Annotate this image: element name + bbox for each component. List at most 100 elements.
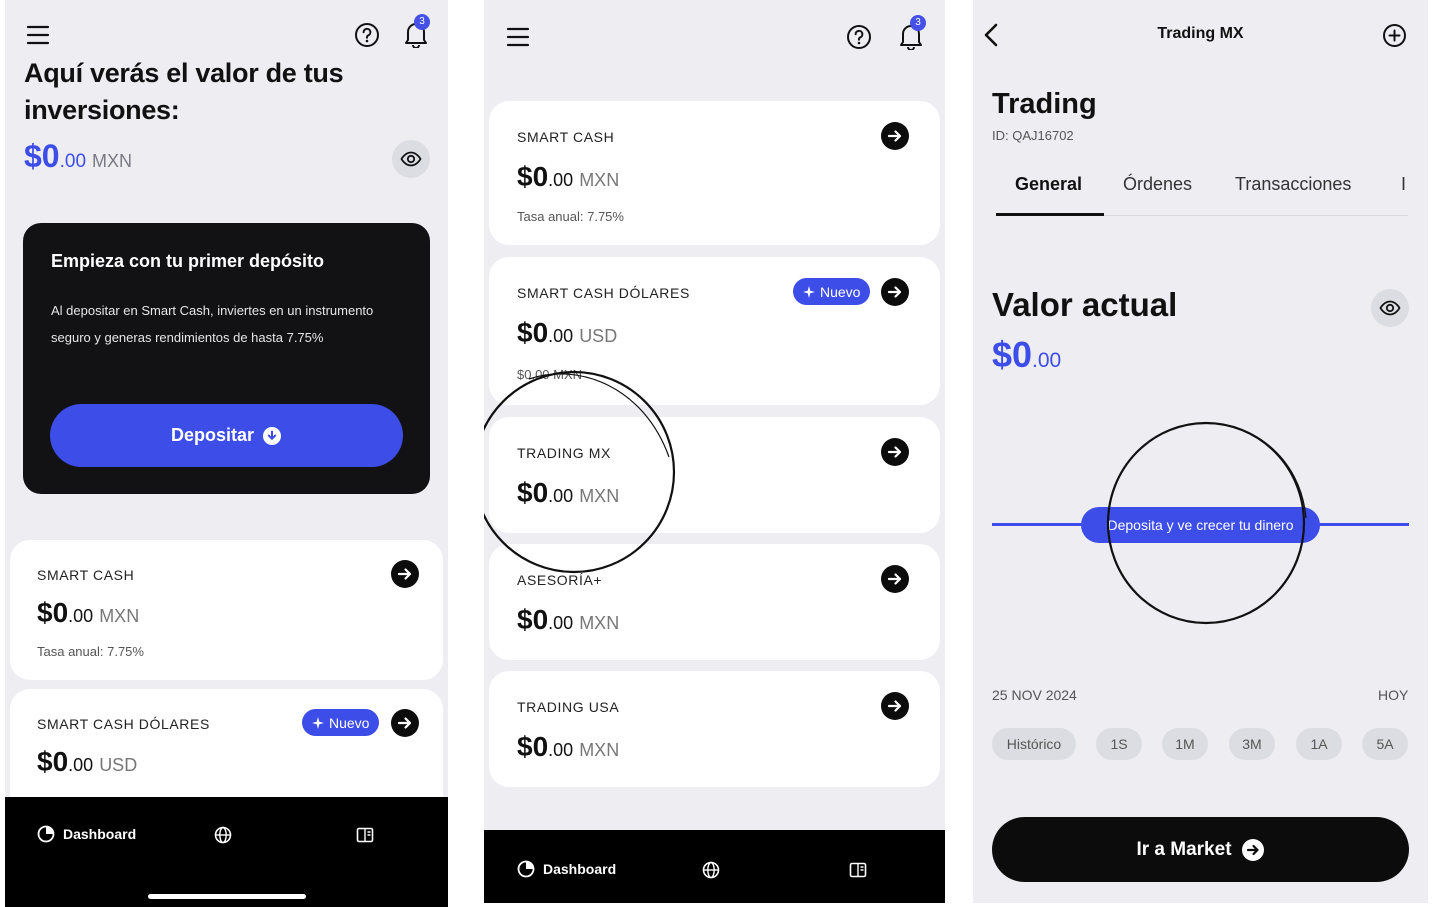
amount-integer: $0 <box>517 604 549 635</box>
amount-integer: $0 <box>517 161 549 192</box>
arrow-right-icon[interactable] <box>391 560 419 588</box>
amount-currency: MXN <box>579 740 620 760</box>
card-amount: $0 .00 MXN <box>517 604 619 636</box>
globe-icon[interactable] <box>702 861 720 879</box>
range-historico[interactable]: Histórico <box>992 728 1076 760</box>
card-amount: $0 .00 MXN <box>37 597 139 629</box>
smart-cash-dolares-card[interactable]: SMART CASH DÓLARES $0 .00 USD $0.00 MXN … <box>489 257 940 405</box>
amount-currency: MXN <box>579 486 620 506</box>
amount-integer: $0 <box>517 731 549 762</box>
tab-dashboard[interactable]: Dashboard <box>517 860 616 878</box>
value-decimal: .00 <box>1032 349 1062 372</box>
card-label: ASESORÍA+ <box>517 572 603 588</box>
annual-rate: Tasa anual: 7.75% <box>517 209 624 224</box>
tab-transacciones[interactable]: Transacciones <box>1235 174 1351 195</box>
current-value: $0 .00 <box>992 334 1061 376</box>
amount-integer: $0 <box>517 477 549 508</box>
chart-end-date: HOY <box>1378 687 1409 703</box>
range-3m[interactable]: 3M <box>1229 728 1275 760</box>
amount-decimal: .00 <box>548 740 574 760</box>
card-amount: $0 .00 MXN <box>517 477 619 509</box>
card-label: SMART CASH <box>37 567 135 583</box>
card-amount: $0 .00 USD <box>517 317 617 349</box>
arrow-right-icon[interactable] <box>881 438 909 466</box>
toggle-visibility-button[interactable] <box>392 140 430 178</box>
card-label: SMART CASH DÓLARES <box>37 716 210 732</box>
amount-decimal: .00 <box>68 755 94 775</box>
new-badge[interactable]: Nuevo <box>302 709 380 736</box>
bottom-tab-bar: Dashboard <box>5 797 448 907</box>
arrow-right-icon[interactable] <box>881 122 909 150</box>
download-icon <box>262 426 282 446</box>
tab-overflow[interactable]: I <box>1401 174 1406 195</box>
account-id: ID: QAJ16702 <box>992 128 1074 143</box>
arrow-right-icon[interactable] <box>881 565 909 593</box>
header-title: Trading MX <box>1157 25 1244 42</box>
amount-integer: $0 <box>517 317 549 348</box>
sparkle-icon <box>312 716 324 729</box>
deposit-button-label: Depositar <box>170 425 255 445</box>
promo-body: Al depositar en Smart Cash, inviertes en… <box>51 303 374 345</box>
toggle-visibility-button[interactable] <box>1371 289 1409 327</box>
card-amount: $0 .00 MXN <box>517 161 619 193</box>
range-1m[interactable]: 1M <box>1162 728 1208 760</box>
amount-decimal: .00 <box>548 326 574 346</box>
trading-usa-card[interactable]: TRADING USA $0 .00 MXN <box>489 671 940 787</box>
range-1a[interactable]: 1A <box>1296 728 1342 760</box>
chart-start-date: 25 NOV 2024 <box>992 687 1077 703</box>
tab-dashboard-label: Dashboard <box>543 861 617 877</box>
total-balance: $0 .00 MXN <box>24 138 132 175</box>
asesoria-card[interactable]: ASESORÍA+ $0 .00 MXN <box>489 544 940 660</box>
chart-baseline-right <box>1313 523 1409 526</box>
menu-icon[interactable] <box>26 24 50 46</box>
help-icon[interactable] <box>354 22 380 48</box>
home-indicator <box>148 894 306 899</box>
tab-ordenes[interactable]: Órdenes <box>1123 174 1192 195</box>
arrow-right-icon[interactable] <box>881 278 909 306</box>
smart-cash-card[interactable]: SMART CASH $0 .00 MXN Tasa anual: 7.75% <box>10 540 443 680</box>
tab-dashboard[interactable]: Dashboard <box>37 825 136 843</box>
sparkle-icon <box>803 285 815 298</box>
globe-icon[interactable] <box>214 826 232 844</box>
amount-decimal: .00 <box>548 613 574 633</box>
deposit-prompt-pill[interactable]: Deposita y ve crecer tu dinero <box>1081 507 1320 543</box>
arrow-right-icon[interactable] <box>881 692 909 720</box>
new-badge-label: Nuevo <box>820 283 861 300</box>
amount-currency: MXN <box>99 606 140 626</box>
amount-currency: MXN <box>579 613 620 633</box>
bottom-tab-bar: Dashboard <box>484 830 945 903</box>
range-1s[interactable]: 1S <box>1096 728 1142 760</box>
dashboard-screen-home: 3 Aquí verás el valor de tus inversiones… <box>5 0 448 907</box>
help-icon[interactable] <box>846 24 872 50</box>
range-5a[interactable]: 5A <box>1362 728 1408 760</box>
smart-cash-card[interactable]: SMART CASH $0 .00 MXN Tasa anual: 7.75% <box>489 101 940 245</box>
active-tab-indicator <box>996 213 1104 216</box>
balance-integer: $0 <box>24 138 60 174</box>
card-amount: $0 .00 USD <box>37 746 137 778</box>
amount-currency: USD <box>99 755 138 775</box>
plus-circle-icon[interactable] <box>1382 23 1407 48</box>
card-label: TRADING USA <box>517 699 620 715</box>
pie-chart-icon <box>517 860 535 878</box>
book-icon[interactable] <box>849 861 867 879</box>
value-integer: $0 <box>992 334 1033 375</box>
card-label: SMART CASH <box>517 129 615 145</box>
first-deposit-card: Empieza con tu primer depósito Al deposi… <box>23 223 430 494</box>
page-title: Trading <box>992 88 1097 120</box>
deposit-button[interactable]: Depositar <box>50 404 403 467</box>
card-label: TRADING MX <box>517 445 611 461</box>
new-badge[interactable]: Nuevo <box>793 278 871 305</box>
go-to-market-button[interactable]: Ir a Market <box>992 817 1409 882</box>
arrow-right-icon[interactable] <box>391 709 419 737</box>
trading-mx-card[interactable]: TRADING MX $0 .00 MXN <box>489 417 940 533</box>
tab-general[interactable]: General <box>1015 174 1082 195</box>
arrow-right-icon <box>1241 838 1265 862</box>
book-icon[interactable] <box>356 826 374 844</box>
menu-icon[interactable] <box>506 26 530 48</box>
tab-dashboard-label: Dashboard <box>63 826 137 842</box>
amount-integer: $0 <box>37 746 69 777</box>
eye-icon <box>400 148 422 170</box>
page-title: Aquí verás el valor de tus inversiones: <box>24 58 344 125</box>
mxn-equivalent: $0.00 MXN <box>517 367 583 382</box>
notification-badge: 3 <box>910 15 926 31</box>
